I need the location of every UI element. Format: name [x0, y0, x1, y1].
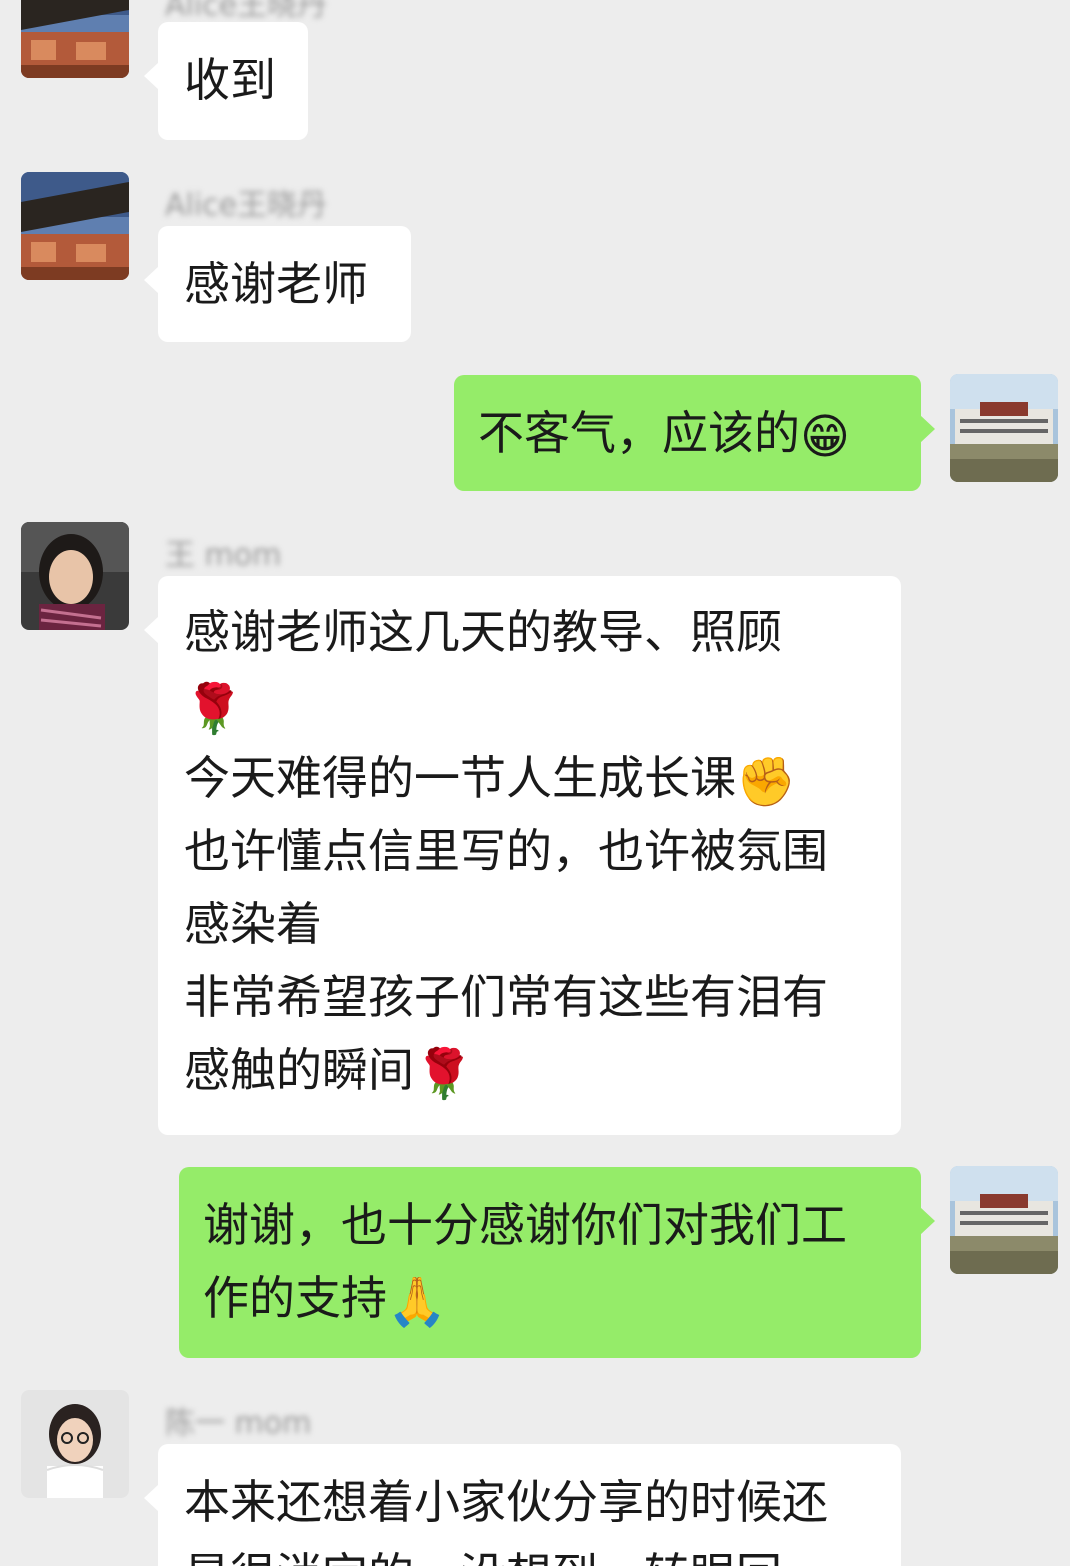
message-bubble[interactable]: 感谢老师	[144, 226, 411, 342]
avatar[interactable]	[21, 522, 129, 630]
message-text: 感触的瞬间	[184, 1043, 414, 1097]
raised-fist-icon: ✊	[736, 754, 796, 810]
message-text: 本来还想着小家伙分享的时候还	[184, 1475, 828, 1529]
rose-icon: 🌹	[184, 681, 244, 737]
message-bubble[interactable]: 本来还想着小家伙分享的时候还 是很消完的，没想到，转眼回	[144, 1444, 901, 1566]
message-text: 感谢老师	[184, 257, 368, 311]
sender-name: 王 mom	[165, 538, 282, 573]
grinning-face-icon: 😁	[800, 409, 851, 465]
message-bubble[interactable]: 谢谢，也十分感谢你们对我们工 作的支持🙏	[179, 1167, 935, 1358]
message-bubble[interactable]: 感谢老师这几天的教导、照顾 🌹 今天难得的一节人生成长课✊ 也许懂点信里写的，也…	[144, 576, 901, 1135]
message-text: 感染着	[184, 897, 322, 951]
message-line: 感染着	[184, 888, 875, 961]
rose-icon: 🌹	[414, 1046, 474, 1102]
message-text: 作的支持	[203, 1271, 387, 1325]
message-text: 收到	[184, 53, 276, 107]
message-line: 今天难得的一节人生成长课✊	[184, 742, 875, 815]
message-line: 感谢老师这几天的教导、照顾	[184, 596, 875, 669]
sender-name: 陈一 mom	[165, 1406, 312, 1441]
message-bubble[interactable]: 收到	[144, 22, 308, 140]
message-line: 也许懂点信里写的，也许被氛围	[184, 815, 875, 888]
avatar[interactable]	[950, 1166, 1058, 1274]
message-line: 🌹	[184, 669, 875, 742]
message-line: 谢谢，也十分感谢你们对我们工	[203, 1189, 897, 1262]
avatar[interactable]	[950, 374, 1058, 482]
sender-name: Alice王晓丹	[165, 188, 328, 223]
sender-name: Alice王晓丹	[165, 0, 328, 23]
message-text: 非常希望孩子们常有这些有泪有	[184, 970, 828, 1024]
folded-hands-icon: 🙏	[387, 1274, 447, 1330]
avatar[interactable]	[21, 1390, 129, 1498]
message-line: 非常希望孩子们常有这些有泪有	[184, 961, 875, 1034]
avatar[interactable]	[21, 0, 129, 78]
chat-window: Alice王晓丹 收到 Alice王晓丹 感谢老师 不客气，应该的😁 王 mom…	[0, 0, 1070, 1566]
message-text: 不客气，应该的	[478, 406, 800, 460]
message-text: 今天难得的一节人生成长课	[184, 751, 736, 805]
avatar[interactable]	[21, 172, 129, 280]
message-line: 是很消完的，没想到，转眼回	[184, 1539, 875, 1566]
message-text: 感谢老师这几天的教导、照顾	[184, 605, 782, 659]
message-line: 本来还想着小家伙分享的时候还	[184, 1466, 875, 1539]
message-text: 也许懂点信里写的，也许被氛围	[184, 824, 828, 878]
message-line: 感触的瞬间🌹	[184, 1034, 875, 1107]
message-bubble[interactable]: 不客气，应该的😁	[454, 375, 935, 491]
message-text: 谢谢，也十分感谢你们对我们工	[203, 1198, 847, 1252]
message-text: 是很消完的，没想到，转眼回	[184, 1548, 782, 1566]
message-line: 作的支持🙏	[203, 1262, 897, 1335]
